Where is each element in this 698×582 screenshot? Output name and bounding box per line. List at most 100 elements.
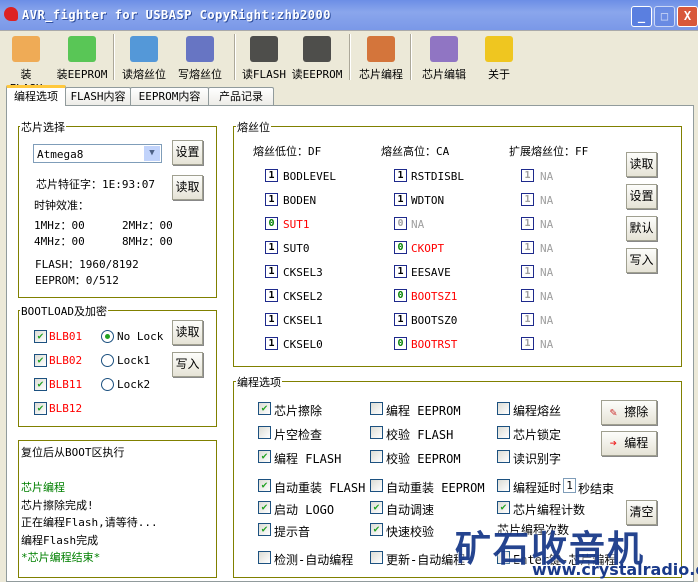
chevron-down-icon[interactable]: ▼: [144, 146, 160, 161]
fuse-bit-toggle[interactable]: 1: [521, 313, 534, 326]
lock-radio[interactable]: [101, 330, 114, 343]
tab-0[interactable]: 编程选项: [6, 85, 66, 106]
option-checkbox[interactable]: [370, 426, 383, 439]
fuse-button-3[interactable]: 写入: [626, 248, 657, 273]
fuse-bit-toggle[interactable]: 1: [521, 193, 534, 206]
fuse-bit-toggle[interactable]: 1: [394, 193, 407, 206]
blb-checkbox[interactable]: ✔: [34, 354, 47, 367]
app-icon: [4, 7, 18, 21]
fuse-bit-toggle[interactable]: 1: [394, 169, 407, 182]
delay-input[interactable]: 1: [563, 478, 576, 493]
watermark-url: www.crystalradio.cn: [532, 560, 698, 579]
option-checkbox[interactable]: [370, 551, 383, 564]
fuse-bit-toggle[interactable]: 1: [394, 265, 407, 278]
blb-checkbox[interactable]: ✔: [34, 330, 47, 343]
log-line: 复位后从BOOT区执行: [21, 446, 125, 459]
lock-radio[interactable]: [101, 354, 114, 367]
option-checkbox[interactable]: ✔: [258, 402, 271, 415]
toolbar-button-2[interactable]: 读熔丝位: [118, 32, 170, 84]
toolbar-button-1[interactable]: 装EEPROM: [56, 32, 108, 84]
fuse-bit-toggle[interactable]: 1: [265, 313, 278, 326]
tab-3[interactable]: 产品记录: [208, 87, 274, 106]
blb-checkbox[interactable]: ✔: [34, 402, 47, 415]
option-checkbox[interactable]: [497, 450, 510, 463]
fuse-bit-toggle[interactable]: 0: [265, 217, 278, 230]
maximize-button[interactable]: □: [654, 6, 675, 27]
minimize-button[interactable]: _: [631, 6, 652, 27]
fuse-bit-toggle[interactable]: 1: [265, 241, 278, 254]
toolbar-button-6[interactable]: 芯片编程: [355, 32, 407, 84]
option-checkbox[interactable]: [370, 479, 383, 492]
fuse-bit-label: BODEN: [283, 194, 317, 207]
option-label: 自动重装 EEPROM: [386, 481, 485, 495]
option-checkbox[interactable]: ✔: [258, 479, 271, 492]
tab-2[interactable]: EEPROM内容: [130, 87, 209, 106]
fuse-bit-toggle[interactable]: 1: [521, 337, 534, 350]
boot-write-button[interactable]: 写入: [172, 352, 203, 377]
prog-options-title: 编程选项: [236, 374, 282, 390]
chip-set-button[interactable]: 设置: [172, 140, 203, 165]
fuse-bit-label: BOOTSZ1: [411, 290, 458, 303]
fuse-bit-toggle[interactable]: 1: [521, 241, 534, 254]
option-checkbox[interactable]: [370, 402, 383, 415]
option-checkbox[interactable]: [497, 479, 510, 492]
option-label: 编程 EEPROM: [386, 404, 461, 418]
fuse-bit-toggle[interactable]: 1: [265, 193, 278, 206]
fuse-bit-toggle[interactable]: 1: [521, 265, 534, 278]
fuse-bit-toggle[interactable]: 1: [265, 265, 278, 278]
toolbar-button-7[interactable]: 芯片编辑: [418, 32, 470, 84]
close-button[interactable]: X: [677, 6, 698, 27]
option-checkbox[interactable]: ✔: [258, 523, 271, 536]
toolbar-button-0[interactable]: 装FLASH: [4, 32, 48, 95]
option-checkbox[interactable]: ✔: [497, 501, 510, 514]
option-checkbox[interactable]: ✔: [258, 501, 271, 514]
option-label: 检测-自动编程: [274, 553, 354, 567]
option-checkbox[interactable]: [497, 426, 510, 439]
chip-dropdown[interactable]: Atmega8 ▼: [33, 144, 162, 163]
option-checkbox[interactable]: ✔: [258, 450, 271, 463]
option-checkbox[interactable]: [497, 402, 510, 415]
lock-radio[interactable]: [101, 378, 114, 391]
chip-read-button[interactable]: 读取: [172, 175, 203, 200]
toolbar-separator: [410, 34, 412, 80]
fuse-bit-label: NA: [540, 290, 554, 303]
toolbar-button-8[interactable]: 关于: [482, 32, 516, 84]
toolbar-button-5[interactable]: 读EEPROM: [291, 32, 343, 84]
fuse-bit-toggle[interactable]: 1: [521, 217, 534, 230]
option-label: 自动重装 FLASH: [274, 481, 366, 495]
fuse-bit-toggle[interactable]: 1: [521, 169, 534, 182]
fuse-bit-toggle[interactable]: 0: [394, 289, 407, 302]
tab-1[interactable]: FLASH内容: [65, 87, 131, 106]
fuse-bit-toggle[interactable]: 1: [394, 313, 407, 326]
folder-orange-icon: [12, 36, 40, 62]
option-checkbox[interactable]: [258, 551, 271, 564]
fuse-button-0[interactable]: 读取: [626, 152, 657, 177]
option-checkbox[interactable]: ✔: [370, 501, 383, 514]
fuse-bit-toggle[interactable]: 1: [521, 289, 534, 302]
blb-checkbox[interactable]: ✔: [34, 378, 47, 391]
fuse-button-1[interactable]: 设置: [626, 184, 657, 209]
toolbar-button-4[interactable]: 读FLASH: [240, 32, 288, 84]
fuse-bit-toggle[interactable]: 1: [265, 169, 278, 182]
fuse-button-2[interactable]: 默认: [626, 216, 657, 241]
fuse-bit-toggle[interactable]: 1: [265, 337, 278, 350]
option-checkbox[interactable]: [370, 450, 383, 463]
eraser-icon: ✎: [609, 405, 617, 419]
option-label: 芯片擦除: [274, 404, 323, 418]
boot-read-button[interactable]: 读取: [172, 320, 203, 345]
fuse-bit-label: NA: [540, 194, 554, 207]
erase-button[interactable]: ✎ 擦除: [601, 400, 657, 425]
program-button[interactable]: ➔ 编程: [601, 431, 657, 456]
option-checkbox[interactable]: [258, 426, 271, 439]
fuse-bit-label: RSTDISBL: [411, 170, 464, 183]
fuse-bit-toggle[interactable]: 0: [394, 241, 407, 254]
option-checkbox[interactable]: ✔: [370, 523, 383, 536]
fuse-bit-label: SUT0: [283, 242, 310, 255]
fuse-bit-toggle[interactable]: 1: [265, 289, 278, 302]
log-line: *芯片编程结束*: [21, 551, 101, 564]
fuse-bit-toggle[interactable]: 0: [394, 217, 407, 230]
toolbar-label: 装EEPROM: [56, 68, 108, 81]
toolbar-button-3[interactable]: 写熔丝位: [174, 32, 226, 84]
fuse-bit-toggle[interactable]: 0: [394, 337, 407, 350]
